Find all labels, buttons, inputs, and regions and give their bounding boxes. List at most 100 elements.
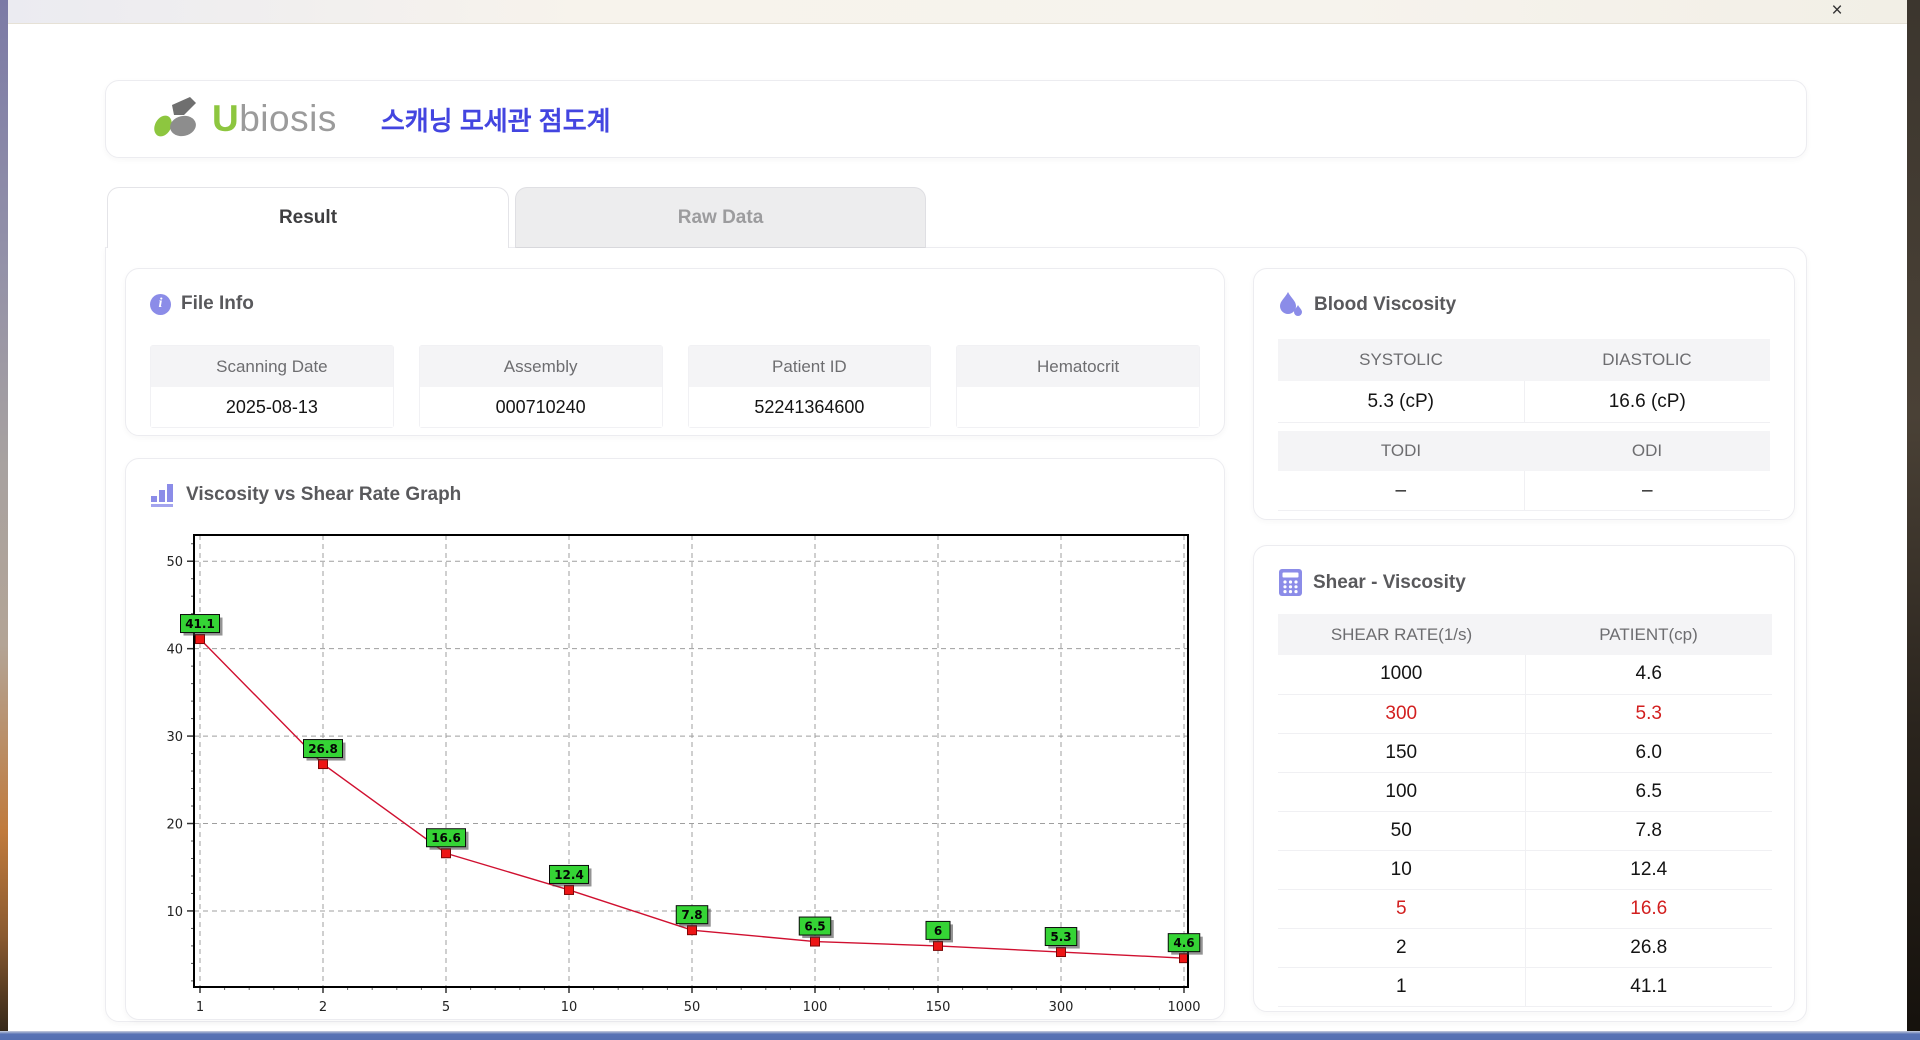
shear-viscosity-table: SHEAR RATE(1/s) PATIENT(cp) 1000 4.6 300 5.…	[1278, 614, 1772, 1007]
window-close-button[interactable]: ×	[1823, 0, 1851, 24]
viscosity-chart: 10 20 30 40 50 1 2 5 10 50 100 150 300 1000 41.1 26.8 16…	[149, 529, 1203, 1015]
svg-text:30: 30	[166, 730, 183, 745]
svg-text:12.4: 12.4	[554, 868, 584, 882]
shear-rate-cell: 50	[1278, 811, 1526, 851]
svg-text:16.6: 16.6	[431, 831, 461, 845]
shear-table-row: 50 7.8	[1278, 811, 1772, 851]
viscosity-chart-svg: 10 20 30 40 50 1 2 5 10 50 100 150 300 1000 41.1 26.8 16…	[166, 534, 1203, 1015]
shear-table-header-row: SHEAR RATE(1/s) PATIENT(cp)	[1278, 614, 1772, 655]
svg-text:50: 50	[684, 1000, 701, 1015]
patient-viscosity-cell: 16.6	[1525, 889, 1772, 929]
tab-result[interactable]: Result	[107, 187, 509, 248]
todi-value: –	[1278, 471, 1525, 511]
shear-rate-cell: 150	[1278, 733, 1526, 773]
window-titlebar: ×	[8, 0, 1907, 24]
field-value: 52241364600	[688, 387, 931, 427]
file-info-card: i File Info Scanning Date 2025-08-13 Ass…	[125, 268, 1225, 436]
field-label: Hematocrit	[957, 346, 1199, 387]
patient-viscosity-cell: 26.8	[1525, 928, 1772, 968]
odi-value: –	[1524, 471, 1770, 511]
field-value: 2025-08-13	[151, 387, 393, 427]
patient-viscosity-cell: 4.6	[1525, 655, 1772, 695]
field-label: Scanning Date	[151, 346, 393, 387]
patient-viscosity-cell: 41.1	[1525, 967, 1772, 1007]
file-info-heading: i File Info	[150, 293, 254, 315]
patient-column-header: PATIENT(cp)	[1525, 614, 1772, 655]
file-info-fields: Scanning Date 2025-08-13 Assembly 000710…	[150, 345, 1200, 428]
graph-heading: Viscosity vs Shear Rate Graph	[150, 483, 461, 507]
bar-chart-icon	[151, 484, 173, 507]
shear-rate-cell: 100	[1278, 772, 1526, 812]
svg-text:26.8: 26.8	[308, 742, 338, 756]
patient-viscosity-cell: 6.0	[1525, 733, 1772, 773]
calculator-icon	[1279, 569, 1302, 596]
svg-text:100: 100	[803, 1000, 828, 1015]
shear-viscosity-title: Shear - Viscosity	[1313, 571, 1466, 593]
patient-viscosity-cell: 7.8	[1525, 811, 1772, 851]
svg-text:20: 20	[166, 818, 183, 833]
svg-text:4.6: 4.6	[1173, 936, 1194, 950]
svg-text:7.8: 7.8	[681, 908, 702, 922]
svg-text:10: 10	[561, 1000, 578, 1015]
blood-viscosity-card: Blood Viscosity SYSTOLIC DIASTOLIC 5.3 (…	[1253, 268, 1795, 520]
svg-text:6: 6	[934, 924, 942, 938]
diastolic-header: DIASTOLIC	[1524, 339, 1770, 381]
info-icon: i	[150, 293, 171, 315]
tab-raw-data[interactable]: Raw Data	[515, 187, 926, 248]
graph-title: Viscosity vs Shear Rate Graph	[186, 484, 462, 505]
shear-table-row: 1000 4.6	[1278, 655, 1772, 695]
app-title: 스캐닝 모세관 점도계	[380, 105, 611, 136]
shear-table-row: 2 26.8	[1278, 928, 1772, 968]
field-value	[957, 387, 1199, 427]
field-hematocrit: Hematocrit	[956, 345, 1200, 428]
blood-viscosity-heading: Blood Viscosity	[1278, 291, 1456, 319]
bv-value-row2: – –	[1278, 471, 1770, 511]
svg-text:10: 10	[166, 905, 183, 920]
shear-rate-cell: 1000	[1278, 655, 1526, 695]
blood-drop-icon	[1280, 292, 1302, 316]
blood-viscosity-table: SYSTOLIC DIASTOLIC 5.3 (cP) 16.6 (cP) TO…	[1278, 339, 1770, 511]
shear-table-row: 10 12.4	[1278, 850, 1772, 890]
bv-header-row: SYSTOLIC DIASTOLIC	[1278, 339, 1770, 381]
field-assembly: Assembly 000710240	[418, 345, 663, 428]
shear-table-row: 5 16.6	[1278, 889, 1772, 929]
shear-rate-cell: 300	[1278, 694, 1526, 734]
field-value: 000710240	[419, 387, 662, 427]
field-patient-id: Patient ID 52241364600	[687, 345, 932, 428]
bv-value-row: 5.3 (cP) 16.6 (cP)	[1278, 381, 1770, 423]
shear-rate-column-header: SHEAR RATE(1/s)	[1278, 614, 1525, 655]
svg-text:150: 150	[926, 1000, 951, 1015]
shear-table-row: 1 41.1	[1278, 967, 1772, 1007]
odi-header: ODI	[1524, 431, 1770, 471]
ubiosis-logo-icon	[154, 97, 196, 137]
patient-viscosity-cell: 5.3	[1525, 694, 1772, 734]
diastolic-value: 16.6 (cP)	[1524, 381, 1770, 423]
patient-viscosity-cell: 6.5	[1525, 772, 1772, 812]
field-label: Patient ID	[688, 346, 931, 387]
todi-header: TODI	[1278, 431, 1524, 471]
window-bottom-edge	[0, 1031, 1920, 1040]
patient-viscosity-cell: 12.4	[1525, 850, 1772, 890]
tab-raw-data-label: Raw Data	[677, 206, 764, 228]
svg-text:5: 5	[442, 1000, 450, 1015]
tab-result-label: Result	[278, 207, 338, 228]
shear-table-row: 150 6.0	[1278, 733, 1772, 773]
app-header-card: Ubiosis 스캐닝 모세관 점도계	[105, 80, 1807, 158]
shear-rate-cell: 10	[1278, 850, 1526, 890]
systolic-header: SYSTOLIC	[1278, 339, 1524, 381]
svg-text:6.5: 6.5	[804, 920, 825, 934]
svg-text:300: 300	[1049, 1000, 1074, 1015]
bv-header-row2: TODI ODI	[1278, 431, 1770, 471]
field-scanning-date: Scanning Date 2025-08-13	[150, 345, 394, 428]
desktop-background-left	[0, 0, 8, 1040]
shear-viscosity-heading: Shear - Viscosity	[1278, 568, 1466, 597]
svg-text:2: 2	[319, 1000, 327, 1015]
shear-rate-cell: 2	[1278, 928, 1526, 968]
shear-viscosity-card: Shear - Viscosity SHEAR RATE(1/s) PATIEN…	[1253, 545, 1795, 1012]
svg-text:50: 50	[166, 555, 183, 570]
shear-rate-cell: 5	[1278, 889, 1526, 929]
svg-text:1000: 1000	[1167, 1000, 1200, 1015]
svg-text:40: 40	[166, 643, 183, 658]
app-window: × Ubiosis 스캐닝 모세관 점도계 Result Raw Data i …	[0, 0, 1920, 1040]
shear-table-row: 100 6.5	[1278, 772, 1772, 812]
